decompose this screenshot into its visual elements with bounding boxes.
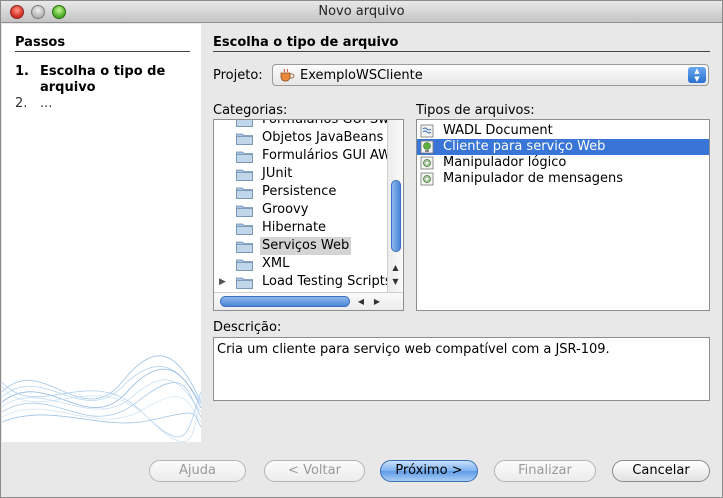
file-type-label: Manipulador de mensagens: [443, 171, 624, 186]
expand-arrow-icon[interactable]: ▶: [219, 273, 226, 291]
steps-title: Passos: [15, 35, 66, 50]
categories-label: Categorias:: [213, 103, 288, 118]
scroll-up-arrow-icon[interactable]: ▲: [388, 262, 403, 274]
category-label: Serviços Web: [260, 237, 352, 255]
category-label: Groovy: [262, 202, 309, 217]
file-type-item[interactable]: WADL Document: [417, 123, 709, 139]
title-bar[interactable]: Novo arquivo: [1, 1, 722, 23]
step-2: 2....: [15, 96, 180, 112]
main-panel: Escolha o tipo de arquivo Projeto: Exemp…: [149, 24, 722, 482]
next-button[interactable]: Próximo >: [380, 460, 478, 482]
category-item[interactable]: Formulários GUI Swing: [214, 120, 403, 129]
category-item[interactable]: Persistence: [214, 183, 386, 201]
project-value: ExemploWSCliente: [300, 68, 423, 83]
file-type-label: Manipulador lógico: [443, 155, 567, 170]
category-label: Formulários GUI AWT: [262, 148, 399, 163]
category-item[interactable]: JUnit: [214, 165, 386, 183]
cancel-button[interactable]: Cancelar: [612, 460, 710, 482]
folder-icon: [236, 223, 253, 235]
window-title: Novo arquivo: [318, 4, 405, 19]
project-label: Projeto:: [213, 68, 263, 83]
category-item[interactable]: ▶ Load Testing Scripts: [214, 273, 392, 291]
folder-icon: [236, 277, 253, 289]
folder-icon: [236, 151, 253, 163]
folder-icon: [236, 241, 253, 253]
category-label: XML: [262, 256, 290, 271]
category-item[interactable]: Groovy: [214, 201, 386, 219]
category-label: JUnit: [262, 166, 293, 181]
select-arrows-icon: ▲ ▼: [688, 67, 706, 83]
new-file-dialog: Novo arquivo Passos 1. Escolha o tipo de …: [0, 0, 723, 498]
back-button[interactable]: < Voltar: [264, 460, 365, 482]
wadl-doc-icon: [420, 124, 434, 138]
file-types-list[interactable]: WADL Document Cliente para serviço Web Man…: [416, 119, 710, 311]
category-label: Objetos JavaBeans: [262, 130, 384, 145]
description-label: Descrição:: [213, 320, 282, 335]
category-label: Hibernate: [262, 220, 327, 235]
file-type-item[interactable]: Manipulador de mensagens: [417, 171, 709, 187]
category-label: Formulários GUI Swing: [262, 119, 404, 127]
coffee-cup-icon: [280, 68, 295, 82]
categories-horizontal-scrollbar[interactable]: ◀ ▶: [214, 292, 403, 310]
categories-list: Formulários GUI Swing Objetos JavaBeans Fo…: [214, 120, 403, 291]
folder-icon: [236, 259, 253, 271]
scroll-right-arrow-icon[interactable]: ▶: [371, 295, 383, 309]
category-item[interactable]: Formulários GUI AWT: [214, 147, 399, 165]
categories-vertical-scrollbar[interactable]: ▲ ▼: [387, 120, 403, 292]
section-divider: [213, 51, 710, 52]
category-label: Load Testing Scripts: [262, 274, 392, 289]
scroll-left-arrow-icon[interactable]: ◀: [355, 295, 367, 309]
steps-divider: [15, 51, 190, 52]
step-2-number: 2.: [15, 96, 28, 111]
category-item[interactable]: Objetos JavaBeans: [214, 129, 386, 147]
folder-icon: [236, 120, 253, 127]
step-1-label: Escolha o tipo de arquivo: [40, 64, 166, 95]
section-title: Escolha o tipo de arquivo: [213, 35, 399, 50]
description-text: Cria um cliente para serviço web compatí…: [213, 337, 710, 401]
step-1-number: 1.: [15, 64, 29, 79]
file-type-item[interactable]: Manipulador lógico: [417, 155, 709, 171]
vertical-scroll-thumb[interactable]: [391, 180, 401, 252]
handler-icon: [420, 172, 434, 186]
file-type-item[interactable]: Cliente para serviço Web: [417, 139, 709, 155]
file-type-label: WADL Document: [443, 123, 553, 138]
project-select[interactable]: ExemploWSCliente ▲ ▼: [272, 64, 709, 86]
steps-panel: Passos 1. Escolha o tipo de arquivo 2....: [2, 24, 201, 442]
folder-icon: [236, 187, 253, 199]
step-1: 1. Escolha o tipo de arquivo: [15, 64, 180, 96]
file-type-label: Cliente para serviço Web: [443, 139, 606, 154]
folder-icon: [236, 205, 253, 217]
handler-icon: [420, 156, 434, 170]
category-item[interactable]: Hibernate: [214, 219, 386, 237]
step-2-label: ...: [40, 96, 53, 111]
file-types-items: WADL Document Cliente para serviço Web Man…: [417, 123, 709, 187]
category-label: Persistence: [262, 184, 337, 199]
file-types-label: Tipos de arquivos:: [416, 103, 535, 118]
categories-tree[interactable]: Formulários GUI Swing Objetos JavaBeans Fo…: [213, 119, 404, 311]
folder-icon: [236, 169, 253, 181]
globe-client-icon: [420, 140, 434, 154]
folder-icon: [236, 133, 253, 145]
help-button[interactable]: Ajuda: [149, 460, 246, 482]
horizontal-scroll-thumb[interactable]: [220, 296, 350, 307]
decorative-waves-graphic: [2, 355, 201, 442]
scroll-down-arrow-icon[interactable]: ▼: [388, 276, 403, 288]
finish-button[interactable]: Finalizar: [494, 460, 596, 482]
category-item[interactable]: Serviços Web: [214, 237, 386, 255]
category-item[interactable]: XML: [214, 255, 386, 273]
